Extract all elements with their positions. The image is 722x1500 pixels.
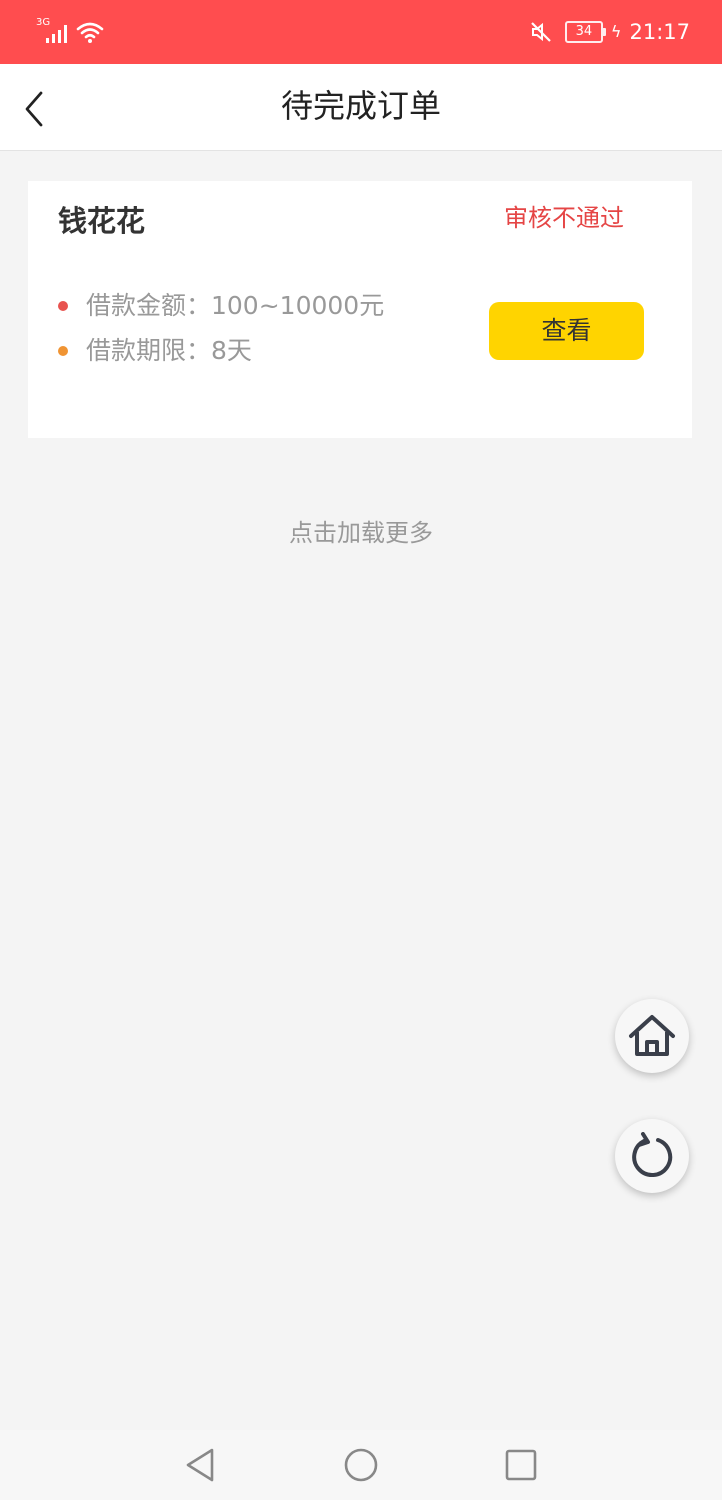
home-circle-icon bbox=[344, 1448, 378, 1482]
recent-square-icon bbox=[505, 1449, 537, 1481]
loan-term-text: 借款期限：8天 bbox=[86, 336, 252, 365]
clock: 21:17 bbox=[629, 20, 690, 44]
loan-amount-row: 借款金额：100~10000元 bbox=[58, 289, 384, 323]
loan-amount-text: 借款金额：100~10000元 bbox=[86, 291, 385, 320]
view-button[interactable]: 查看 bbox=[489, 302, 644, 360]
home-icon bbox=[629, 1015, 675, 1056]
nav-back-button[interactable] bbox=[180, 1445, 220, 1485]
loan-term-row: 借款期限：8天 bbox=[58, 334, 252, 368]
signal-icon bbox=[46, 25, 67, 43]
order-card: 钱花花 审核不通过 借款金额：100~10000元 借款期限：8天 查看 bbox=[28, 181, 692, 438]
refresh-fab-button[interactable] bbox=[615, 1119, 689, 1193]
home-fab-button[interactable] bbox=[615, 999, 689, 1073]
wifi-icon bbox=[76, 22, 104, 43]
status-bar: 3G 34 ϟ 21:17 bbox=[0, 0, 722, 64]
battery-icon: 34 bbox=[564, 21, 606, 43]
mute-icon bbox=[531, 22, 551, 42]
nav-home-button[interactable] bbox=[341, 1445, 381, 1485]
bullet-dot-orange bbox=[58, 346, 68, 356]
header: 待完成订单 bbox=[0, 64, 722, 151]
status-badge: 审核不通过 bbox=[504, 204, 624, 232]
status-right: 34 ϟ 21:17 bbox=[529, 18, 690, 46]
system-nav-bar bbox=[0, 1430, 722, 1500]
charging-icon: ϟ bbox=[610, 22, 622, 41]
bullet-dot-red bbox=[58, 301, 68, 311]
page-title: 待完成订单 bbox=[280, 87, 441, 125]
nav-recent-button[interactable] bbox=[501, 1445, 541, 1485]
refresh-icon bbox=[632, 1132, 673, 1177]
load-more-link[interactable]: 点击加载更多 bbox=[0, 515, 722, 551]
back-triangle-icon bbox=[186, 1448, 214, 1482]
product-name: 钱花花 bbox=[58, 204, 146, 238]
